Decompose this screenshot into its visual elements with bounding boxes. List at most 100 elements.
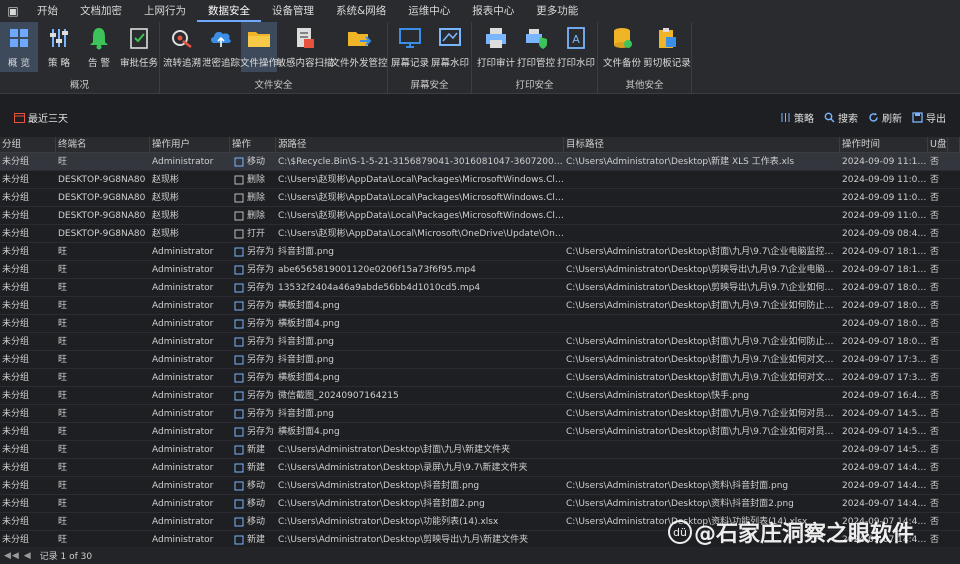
menu-item-doc-encrypt[interactable]: 文档加密	[69, 0, 133, 22]
date-filter[interactable]: 最近三天	[14, 110, 68, 125]
usb-cell: 否	[930, 319, 940, 329]
file-outgoing-control-button[interactable]: 文件外发管控	[331, 22, 388, 72]
menu-item-report-center[interactable]: 报表中心	[461, 0, 525, 22]
time-cell: 2024-09-07 14:48:00	[842, 481, 928, 491]
operation-label: 另存为	[247, 426, 275, 437]
row-extra-cell	[948, 495, 960, 512]
toolbar: 最近三天 策略 搜索 刷新 导出	[0, 95, 960, 137]
pagination-nav[interactable]: ◀◀ ◀	[4, 551, 32, 561]
policy-tool-button[interactable]: 策略	[780, 110, 814, 125]
table-row[interactable]: 未分组 旺 Administrator 另存为 13532f2404a46a9abde5…	[0, 279, 960, 297]
menu-item-data-security[interactable]: 数据安全	[197, 0, 261, 22]
table-row[interactable]: 未分组 旺 Administrator 另存为 抖音封面.png C:\Users\Adm…	[0, 333, 960, 351]
table-row[interactable]: 未分组 旺 Administrator 移动 C:\Users\Administrato…	[0, 495, 960, 513]
menu-item-web-behavior[interactable]: 上网行为	[133, 0, 197, 22]
operation-label: 另存为	[247, 246, 275, 257]
print-watermark-button[interactable]: A 打印水印	[556, 22, 596, 72]
operation-label: 新建	[247, 462, 266, 473]
refresh-button[interactable]: 刷新	[868, 110, 902, 125]
operation-label: 另存为	[247, 300, 275, 311]
operation-label: 另存为	[247, 354, 275, 365]
table-row[interactable]: 未分组 DESKTOP-9G8NA80 赵现彬 删除 C:\Users\赵现彬\AppD…	[0, 171, 960, 189]
print-audit-button[interactable]: 打印审计	[476, 22, 516, 72]
table-body: 未分组旺 Administrator 移动 C:\$Recycle.Bin\S-1-5…	[0, 153, 960, 547]
column-header-terminal[interactable]: 终端名	[56, 137, 150, 152]
column-header-source-path[interactable]: 源路径	[276, 137, 564, 152]
column-header-usb[interactable]: U盘	[928, 137, 948, 152]
usb-cell: 否	[930, 265, 940, 275]
time-cell: 2024-09-09 08:43:54	[842, 229, 928, 239]
menu-item-more[interactable]: 更多功能	[525, 0, 589, 22]
table-row[interactable]: 未分组 旺 Administrator 新建 C:\Users\Administrato…	[0, 441, 960, 459]
group-cell: 未分组	[2, 463, 30, 473]
column-header-operation[interactable]: 操作	[230, 137, 276, 152]
bell-icon	[90, 28, 108, 50]
screen-record-button[interactable]: 屏幕记录	[390, 22, 430, 72]
clipboard-record-button[interactable]: 剪切板记录	[643, 22, 691, 72]
table-row[interactable]: 未分组 DESKTOP-9G8NA80 赵现彬 删除 C:\Users\赵现彬\AppD…	[0, 189, 960, 207]
printer-shield-icon	[526, 29, 547, 49]
menu-item-system-network[interactable]: 系统&网络	[325, 0, 397, 22]
file-backup-button[interactable]: 文件备份	[602, 22, 642, 72]
table-row[interactable]: 未分组 DESKTOP-9G8NA80 赵现彬 打开 C:\Users\赵现彬\AppD…	[0, 225, 960, 243]
target-path-cell: C:\Users\Administrator\Desktop\封面\九月\9.7…	[566, 355, 840, 365]
app-menu-icon[interactable]: ▣	[0, 4, 26, 18]
column-header-user[interactable]: 操作用户	[150, 137, 230, 152]
table-row[interactable]: 未分组 旺 Administrator 另存为 微信截图_20240907164215 C…	[0, 387, 960, 405]
file-operation-button[interactable]: 文件操作	[240, 22, 278, 72]
table-row[interactable]: 未分组 旺 Administrator 另存为 抖音封面.png C:\Users\Adm…	[0, 351, 960, 369]
operation-icon	[234, 499, 244, 508]
source-path-cell: C:\Users\赵现彬\AppData\Local\Packages\Micr…	[278, 193, 564, 203]
source-path-cell: 13532f2404a46a9abde56bb4d1010cd5.mp4	[278, 283, 481, 293]
menu-item-device-mgmt[interactable]: 设备管理	[261, 0, 325, 22]
approval-button[interactable]: 审批任务	[118, 22, 160, 72]
table-row[interactable]: 未分组 旺 Administrator 另存为 横板封面4.png C:\Users\Ad…	[0, 369, 960, 387]
search-button[interactable]: 搜索	[824, 110, 858, 125]
table-row[interactable]: 未分组 旺 Administrator 另存为 抖音封面.png C:\Users\Adm…	[0, 243, 960, 261]
sensitive-scan-button[interactable]: 敏感内容扫描	[277, 22, 334, 72]
time-cell: 2024-09-09 11:02:45	[842, 193, 928, 203]
row-extra-cell	[948, 369, 960, 386]
overview-button[interactable]: 概 览	[0, 22, 38, 72]
operation-label: 另存为	[247, 318, 275, 329]
source-path-cell: C:\Users\Administrator\Desktop\剪映导出\九月\新…	[278, 535, 529, 545]
ribbon-group-overview: 概 览 策 略 告 警 审批任务 概况	[0, 22, 160, 94]
policy-button[interactable]: 策 略	[40, 22, 78, 72]
table-row[interactable]: 未分组 旺 Administrator 移动 C:\Users\Administrato…	[0, 477, 960, 495]
table-row[interactable]: 未分组 旺 Administrator 另存为 横板封面4.png 2024-09-07 …	[0, 315, 960, 333]
user-cell: Administrator	[152, 265, 214, 275]
menu-item-start[interactable]: 开始	[26, 0, 69, 22]
screen-watermark-button[interactable]: 屏幕水印	[430, 22, 470, 72]
target-path-cell: C:\Users\Administrator\Desktop\资料\抖音封面2.…	[566, 499, 794, 509]
ribbon-group-label: 打印安全	[515, 80, 554, 91]
target-path-cell: C:\Users\Administrator\Desktop\剪映导出\九月\9…	[566, 265, 840, 275]
trace-button[interactable]: 流转追溯	[162, 22, 202, 72]
table-row[interactable]: 未分组 旺 Administrator 另存为 横板封面4.png C:\Users\Ad…	[0, 423, 960, 441]
table-row[interactable]: 未分组 旺 Administrator 另存为 抖音封面.png C:\Users\Adm…	[0, 405, 960, 423]
group-cell: 未分组	[2, 499, 30, 509]
menu-item-ops-center[interactable]: 运维中心	[397, 0, 461, 22]
table-row[interactable]: 未分组 旺 Administrator 另存为 abe6565819001120e020…	[0, 261, 960, 279]
print-control-button[interactable]: 打印管控	[516, 22, 556, 72]
target-path-cell: C:\Users\Administrator\Desktop\快手.png	[566, 391, 750, 401]
column-header-target-path[interactable]: 目标路径	[564, 137, 840, 152]
operation-label: 打开	[247, 228, 266, 239]
table-row[interactable]: 未分组 旺 Administrator 新建 C:\Users\Administrato…	[0, 459, 960, 477]
terminal-cell: 旺	[58, 157, 68, 167]
usb-cell: 否	[930, 427, 940, 437]
source-path-cell: C:\Users\赵现彬\AppData\Local\Microsoft\One…	[278, 229, 564, 239]
column-header-time[interactable]: 操作时间	[840, 137, 928, 152]
time-cell: 2024-09-07 18:02:14	[842, 337, 928, 347]
column-header-group[interactable]: 分组	[0, 137, 56, 152]
operation-label: 另存为	[247, 264, 275, 275]
table-row[interactable]: 未分组 旺 Administrator 另存为 横板封面4.png C:\Users\Ad…	[0, 297, 960, 315]
table-row[interactable]: 未分组 旺 Administrator 移动 C:\$Recycle.Bin\S-1-5…	[0, 153, 960, 171]
alert-button[interactable]: 告 警	[80, 22, 118, 72]
table-row[interactable]: 未分组 DESKTOP-9G8NA80 赵现彬 删除 C:\Users\赵现彬\AppD…	[0, 207, 960, 225]
ribbon-group-file-security: 流转追溯 泄密追踪 文件操作 敏感内容扫描 文件外发管控 文件安全	[160, 22, 388, 94]
leak-trace-button[interactable]: 泄密追踪	[202, 22, 240, 72]
time-cell: 2024-09-07 14:48:00	[842, 499, 928, 509]
export-button[interactable]: 导出	[912, 110, 946, 125]
source-path-cell: 横板封面4.png	[278, 301, 340, 311]
user-cell: Administrator	[152, 337, 214, 347]
